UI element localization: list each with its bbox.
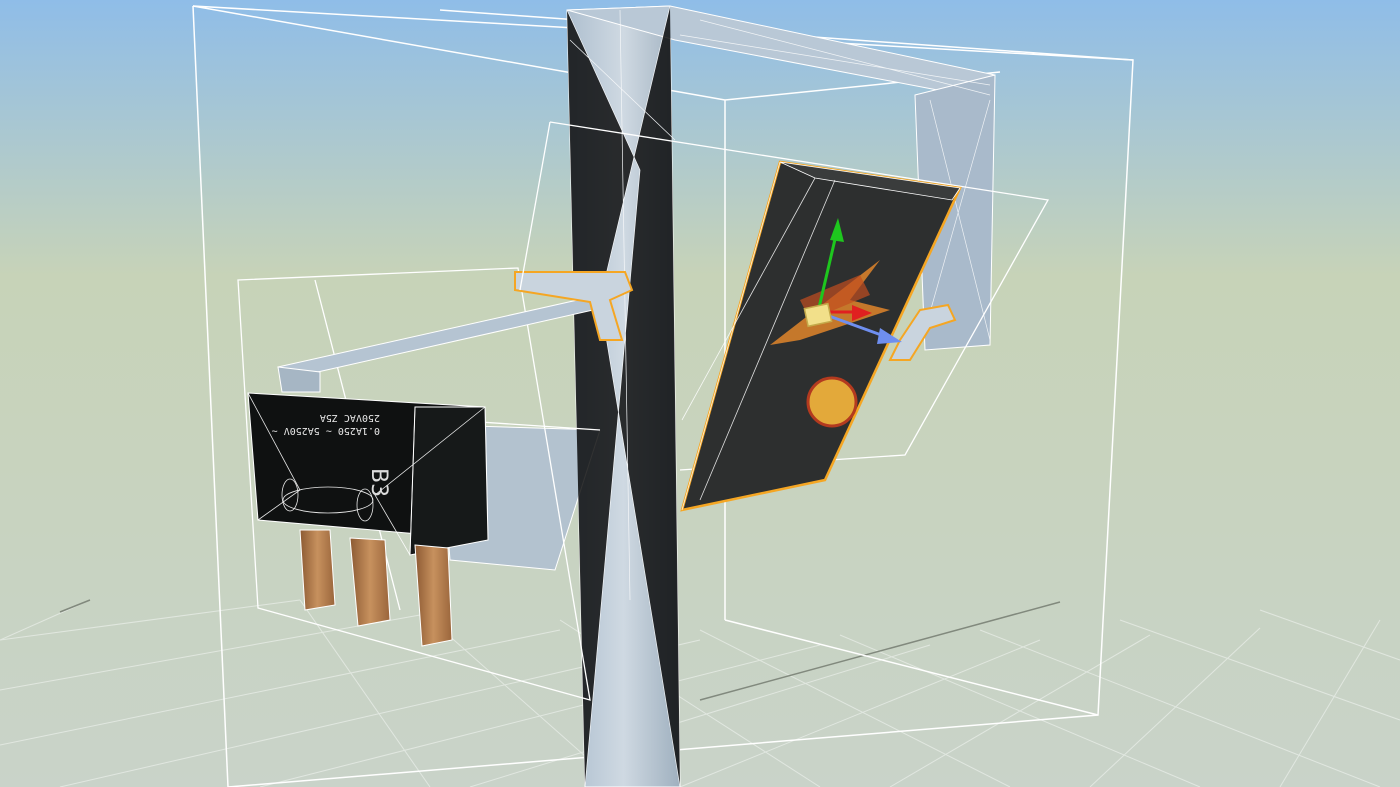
switch-rating-text-2: 250VAC Z5A xyxy=(320,412,380,423)
3d-viewport[interactable]: 0.1A250 ~ 5A250V ~ 250VAC Z5A B3 xyxy=(0,0,1400,787)
switch-pin-3 xyxy=(414,544,453,647)
plate-dot xyxy=(806,376,858,428)
viewport-canvas[interactable]: 0.1A250 ~ 5A250V ~ 250VAC Z5A B3 xyxy=(0,0,1400,787)
gizmo-center-handle[interactable] xyxy=(803,302,833,328)
switch-pin-1 xyxy=(299,529,336,611)
switch-model-mark: B3 xyxy=(366,468,391,497)
switch-rating-text-1: 0.1A250 ~ 5A250V ~ xyxy=(272,425,380,436)
